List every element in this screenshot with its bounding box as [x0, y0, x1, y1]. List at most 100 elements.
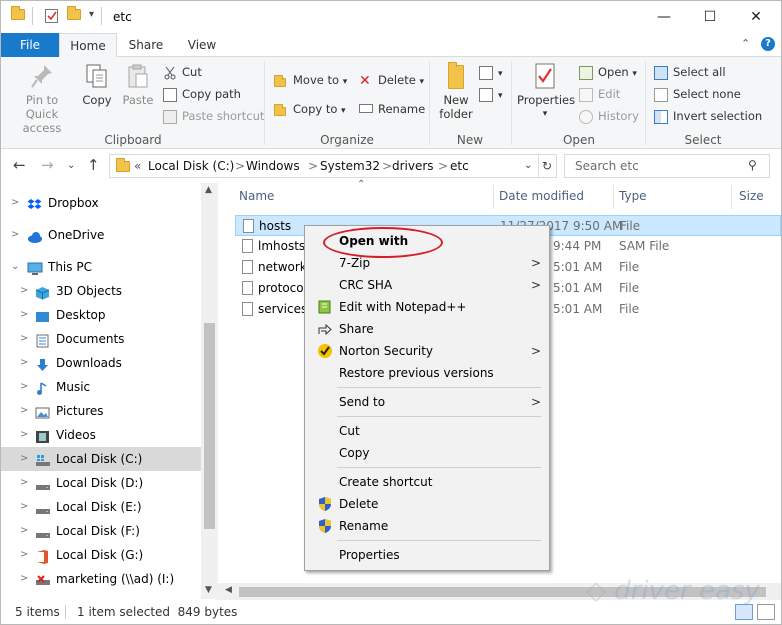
pin-quick-access-button[interactable]: Pin to Quick access	[7, 63, 77, 135]
move-to-button[interactable]: Move to ▾	[274, 71, 347, 89]
explorer-window: ▾ etc — ☐ ✕ File Home Share View ⌃ ? Pin…	[0, 0, 782, 625]
sidebar-item-music[interactable]: > Music	[1, 375, 201, 399]
new-item-button[interactable]: ▾	[479, 63, 503, 81]
scroll-left-icon[interactable]: ◀	[225, 585, 232, 595]
scroll-down-icon[interactable]: ▼	[205, 585, 212, 595]
onedrive-icon	[27, 228, 42, 243]
delete-button[interactable]: ✕ Delete ▾	[359, 71, 424, 89]
rename-button[interactable]: Rename	[359, 100, 425, 118]
highlight-ellipse	[323, 227, 443, 258]
minimize-button[interactable]: —	[641, 1, 687, 33]
submenu-arrow-icon: >	[531, 344, 542, 358]
nav-scroll-thumb[interactable]	[204, 323, 215, 529]
sidebar-item-onedrive[interactable]: > OneDrive	[1, 223, 201, 247]
breadcrumb-overflow[interactable]: «	[134, 159, 141, 173]
menu-create-shortcut[interactable]: Create shortcut	[307, 471, 547, 493]
address-bar[interactable]: « Local Disk (C:) > Windows > System32 >…	[109, 154, 557, 178]
easy-access-button[interactable]: ▾	[479, 85, 503, 103]
group-separator	[511, 61, 512, 145]
menu-copy[interactable]: Copy	[307, 442, 547, 464]
menu-properties[interactable]: Properties	[307, 544, 547, 566]
sidebar-item-marketing[interactable]: > marketing (\\ad) (I:)	[1, 567, 201, 591]
properties-quick-icon[interactable]	[45, 9, 58, 23]
tab-home[interactable]: Home	[59, 33, 117, 57]
open-button[interactable]: Open ▾	[579, 63, 637, 81]
sidebar-item-3d-objects[interactable]: > 3D Objects	[1, 279, 201, 303]
menu-cut[interactable]: Cut	[307, 420, 547, 442]
customize-toolbar-icon[interactable]: ▾	[89, 9, 94, 20]
edit-button[interactable]: Edit	[579, 85, 620, 103]
breadcrumb-windows[interactable]: Windows	[246, 159, 300, 173]
properties-button[interactable]: Properties ▾	[517, 63, 575, 121]
group-separator	[264, 61, 265, 145]
close-button[interactable]: ✕	[733, 1, 779, 33]
collapse-ribbon-icon[interactable]: ⌃	[741, 37, 750, 50]
navigation-pane: > Dropbox > OneDrive ⌄ This PC > 3D Obje…	[1, 183, 218, 599]
help-icon[interactable]: ?	[761, 37, 775, 51]
breadcrumb-local-disk[interactable]: Local Disk (C:)	[148, 159, 234, 173]
sidebar-item-documents[interactable]: > Documents	[1, 327, 201, 351]
submenu-arrow-icon: >	[531, 278, 542, 292]
column-type[interactable]: Type	[619, 189, 647, 203]
column-name[interactable]: Name	[239, 189, 274, 203]
sidebar-item-pictures[interactable]: > Pictures	[1, 399, 201, 423]
column-date-modified[interactable]: Date modified	[499, 189, 584, 203]
menu-7zip[interactable]: 7-Zip >	[307, 252, 547, 274]
sidebar-item-local-disk-e[interactable]: > Local Disk (E:)	[1, 495, 201, 519]
maximize-button[interactable]: ☐	[687, 1, 733, 33]
ribbon: Pin to Quick access Copy Paste Cut Copy …	[1, 57, 781, 149]
sidebar-item-this-pc[interactable]: ⌄ This PC	[1, 255, 201, 279]
status-bar: 5 items 1 item selected 849 bytes	[1, 601, 781, 624]
select-all-button[interactable]: Select all	[654, 63, 726, 81]
refresh-icon[interactable]: ↻	[542, 159, 552, 173]
invert-selection-button[interactable]: Invert selection	[654, 107, 762, 125]
sidebar-item-desktop[interactable]: > Desktop	[1, 303, 201, 327]
tab-view[interactable]: View	[175, 33, 229, 57]
back-arrow-icon[interactable]: ←	[13, 156, 26, 174]
large-icons-view-icon[interactable]	[757, 604, 775, 620]
sidebar-item-local-disk-c[interactable]: > Local Disk (C:)	[1, 447, 201, 471]
column-size[interactable]: Size	[739, 189, 764, 203]
tab-share[interactable]: Share	[119, 33, 173, 57]
properties-icon	[534, 63, 556, 89]
sidebar-item-videos[interactable]: > Videos	[1, 423, 201, 447]
address-dropdown-icon[interactable]: ⌄	[524, 160, 532, 171]
paste-shortcut-button[interactable]: Paste shortcut	[163, 107, 264, 125]
menu-norton-security[interactable]: Norton Security >	[307, 340, 547, 362]
rename-icon	[359, 104, 373, 113]
sidebar-item-local-disk-g[interactable]: > Local Disk (G:)	[1, 543, 201, 567]
menu-share[interactable]: Share	[307, 318, 547, 340]
menu-edit-notepad[interactable]: Edit with Notepad++	[307, 296, 547, 318]
menu-restore-previous[interactable]: Restore previous versions	[307, 362, 547, 384]
menu-separator	[337, 416, 541, 417]
search-input[interactable]: Search etc ⚲	[564, 154, 770, 178]
forward-arrow-icon[interactable]: →	[41, 156, 54, 174]
cut-button[interactable]: Cut	[163, 63, 202, 81]
menu-delete[interactable]: Delete	[307, 493, 547, 515]
copy-button[interactable]: Copy	[79, 63, 115, 107]
breadcrumb-etc[interactable]: etc	[450, 159, 469, 173]
search-icon[interactable]: ⚲	[748, 158, 757, 172]
copy-to-button[interactable]: Copy to ▾	[274, 100, 346, 118]
new-folder-quick-icon[interactable]	[67, 6, 81, 23]
menu-send-to[interactable]: Send to >	[307, 391, 547, 413]
menu-rename[interactable]: Rename	[307, 515, 547, 537]
copy-path-button[interactable]: Copy path	[163, 85, 241, 103]
sidebar-item-local-disk-f[interactable]: > Local Disk (F:)	[1, 519, 201, 543]
new-folder-button[interactable]: New folder	[435, 62, 477, 121]
history-button[interactable]: History	[579, 107, 639, 125]
tab-file[interactable]: File	[1, 33, 59, 57]
sidebar-item-local-disk-d[interactable]: > Local Disk (D:)	[1, 471, 201, 495]
scroll-up-icon[interactable]: ▲	[205, 185, 212, 195]
breadcrumb-drivers[interactable]: drivers	[392, 159, 434, 173]
menu-crc-sha[interactable]: CRC SHA >	[307, 274, 547, 296]
recent-locations-icon[interactable]: ⌄	[67, 160, 75, 171]
sidebar-item-downloads[interactable]: > Downloads	[1, 351, 201, 375]
breadcrumb-system32[interactable]: System32	[320, 159, 380, 173]
details-view-icon[interactable]	[735, 604, 753, 620]
up-arrow-icon[interactable]: ↑	[87, 156, 100, 174]
paste-button[interactable]: Paste	[119, 63, 157, 107]
select-none-button[interactable]: Select none	[654, 85, 741, 103]
select-none-icon	[654, 87, 668, 102]
sidebar-item-dropbox[interactable]: > Dropbox	[1, 191, 201, 215]
